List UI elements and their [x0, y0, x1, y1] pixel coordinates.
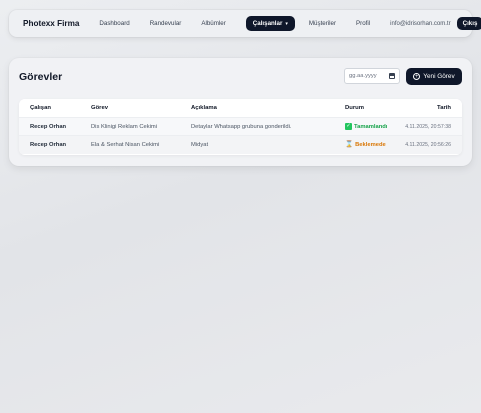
nav-dashboard[interactable]: Dashboard	[99, 20, 129, 27]
row-task: Ela & Serhat Nisan Cekimi	[91, 142, 160, 148]
header-tarih: Tarih	[437, 105, 451, 111]
header-aciklama: Açıklama	[191, 105, 217, 111]
table-row[interactable]: Recep Orhan Ela & Serhat Nisan Cekimi Mi…	[19, 136, 462, 154]
row-task: Dis Klinigi Reklam Cekimi	[91, 123, 158, 130]
nav-musteriler[interactable]: Müşteriler	[309, 20, 336, 27]
top-navbar: Photexx Firma Dashboard Randevular Albüm…	[9, 10, 481, 37]
new-task-button[interactable]: + Yeni Görev	[406, 68, 462, 85]
nav-calisanlar-dropdown[interactable]: Çalışanlar ▾	[245, 16, 295, 31]
row-worker: Recep Orhan	[30, 142, 67, 148]
user-email: info@idrisorhan.com.tr	[390, 20, 451, 27]
table-row[interactable]: Recep Orhan Dis Klinigi Reklam Cekimi De…	[19, 118, 462, 136]
header-durum: Durum	[345, 105, 364, 111]
date-filter-placeholder: gg.aa.yyyy	[349, 73, 377, 79]
header-gorev: Görev	[91, 105, 109, 111]
tasks-card: Görevler gg.aa.yyyy + Yeni Görev Çalışan…	[9, 58, 472, 166]
chevron-down-icon: ▾	[285, 20, 288, 27]
calendar-icon[interactable]	[389, 73, 395, 79]
nav-randevular[interactable]: Randevular	[150, 20, 182, 27]
status-badge: ✓ Tamamlandı	[345, 118, 387, 135]
new-task-label: Yeni Görev	[423, 73, 455, 80]
header-calisan: Çalışan	[30, 105, 51, 111]
row-worker: Recep Orhan	[30, 123, 67, 130]
status-badge: ⌛ Beklemede	[345, 136, 386, 154]
nav-albumler[interactable]: Albümler	[201, 20, 225, 27]
date-filter-input[interactable]: gg.aa.yyyy	[344, 68, 400, 84]
page-title: Görevler	[19, 71, 63, 83]
row-description: Midyat	[191, 142, 209, 148]
logout-button[interactable]: Çıkış	[456, 17, 481, 30]
table-header-row: Çalışan Görev Açıklama Durum Tarih	[19, 99, 462, 118]
check-icon: ✓	[345, 122, 352, 130]
brand-logo-text[interactable]: Photexx Firma	[23, 19, 79, 28]
plus-circle-icon: +	[413, 73, 421, 80]
nav-profil[interactable]: Profil	[356, 20, 370, 27]
row-description: Detaylar Whatsapp grubuna gonderildi.	[191, 123, 292, 130]
tasks-table: Çalışan Görev Açıklama Durum Tarih Recep…	[19, 99, 462, 155]
nav-calisanlar-label: Çalışanlar	[252, 20, 283, 27]
hourglass-icon: ⌛	[345, 140, 354, 148]
status-label: Beklemede	[355, 142, 386, 148]
row-date: 4.11.2025, 20:57:38	[405, 123, 451, 130]
row-date: 4.11.2025, 20:56:26	[405, 142, 451, 148]
status-label: Tamamlandı	[354, 123, 388, 130]
